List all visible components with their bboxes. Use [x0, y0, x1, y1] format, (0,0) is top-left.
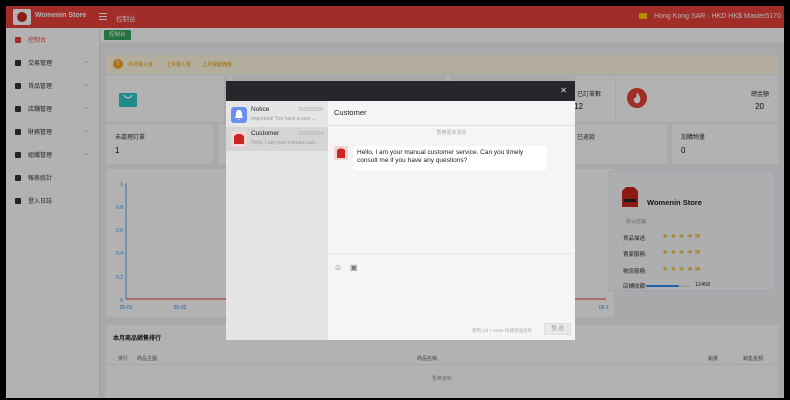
conversation-preview: Hello, I am your manual cust... [251, 140, 319, 146]
customer-avatar [231, 131, 247, 147]
chat-modal: ✕ Notice 2023/03/28 Important! You have … [226, 81, 575, 340]
chat-title: Customer [334, 108, 367, 117]
conversation-name: Notice [251, 106, 270, 113]
image-icon[interactable]: ▣ [350, 263, 358, 272]
bell-icon [231, 107, 247, 123]
conversation-list: Notice 2023/03/28 Important! You have a … [226, 101, 328, 340]
conversation-time: 2023/03/28 [297, 107, 323, 113]
divider [328, 125, 575, 126]
emoji-icon[interactable]: ☺ [334, 263, 342, 272]
no-more-messages[interactable]: 暫無更多消息 [328, 129, 575, 136]
conversation-item-customer[interactable]: Customer 2023/03/24 Hello, I am your man… [226, 127, 328, 151]
message-bubble: Hello, I am your manual customer service… [353, 146, 547, 170]
send-button[interactable]: 發 送 [544, 323, 571, 335]
admin-page: Womenin Store 控制台 Hong Kong SAR · HKD HK… [6, 6, 784, 398]
close-icon[interactable]: ✕ [560, 86, 567, 95]
chat-header: ✕ [226, 81, 575, 101]
customer-avatar [334, 146, 348, 160]
divider [328, 253, 575, 254]
send-shortcut-hint: 使用 ctrl + enter 快捷發送消息 [472, 328, 532, 333]
conversation-preview: Important! You have a new ... [251, 116, 316, 122]
message-input[interactable] [328, 277, 575, 321]
conversation-time: 2023/03/24 [297, 131, 323, 137]
conversation-name: Customer [251, 130, 280, 137]
chat-window: Customer 暫無更多消息 Hello, I am your manual … [328, 101, 575, 340]
conversation-item-notice[interactable]: Notice 2023/03/28 Important! You have a … [226, 103, 328, 127]
